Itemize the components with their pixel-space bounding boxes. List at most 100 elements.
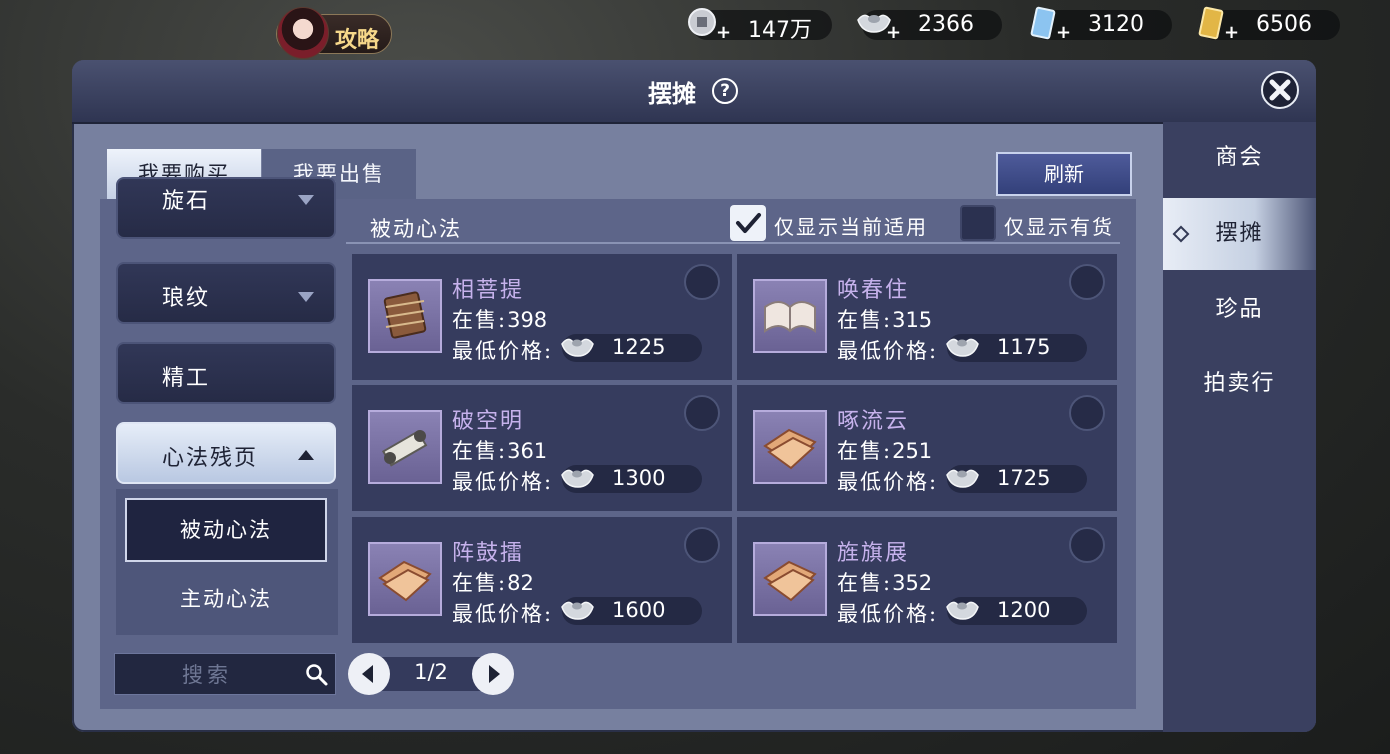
currency-silver[interactable]: + 2366 <box>857 10 1002 43</box>
side-tab-treasure[interactable]: 珍品 <box>1163 274 1316 346</box>
item-name: 旌旗展 <box>837 541 910 566</box>
chevron-up-icon <box>298 450 314 460</box>
stock-value: 251 <box>892 439 933 463</box>
item-stock: 在售:315 <box>837 304 932 334</box>
category-jinggong[interactable]: 精工 <box>116 342 336 404</box>
price-pill: 1200 <box>946 597 1087 625</box>
select-radio[interactable] <box>684 527 720 563</box>
selected-diamond-icon <box>1172 225 1190 243</box>
subcategory-active[interactable]: 主动心法 <box>125 567 327 631</box>
add-blue-ticket-icon[interactable]: + <box>1056 22 1071 43</box>
stock-value: 398 <box>507 308 548 332</box>
item-stock: 在售:398 <box>452 304 547 334</box>
item-thumbnail <box>368 279 442 353</box>
select-radio[interactable] <box>1069 395 1105 431</box>
silver-ingot-icon <box>561 469 594 488</box>
price-value: 1725 <box>997 466 1051 490</box>
category-xinfa-pages[interactable]: 心法残页 <box>116 422 336 484</box>
item-card[interactable]: 相菩提 在售:398 最低价格: 1225 <box>352 254 732 380</box>
stock-label: 在售: <box>837 308 893 332</box>
side-tab-auction[interactable]: 拍卖行 <box>1163 348 1316 420</box>
item-stock: 在售:352 <box>837 567 932 597</box>
item-card[interactable]: 阵鼓擂 在售:82 最低价格: 1600 <box>352 517 732 643</box>
window-title: 摆摊 <box>648 79 696 108</box>
item-card[interactable]: 旌旗展 在售:352 最低价格: 1200 <box>737 517 1117 643</box>
select-radio[interactable] <box>684 264 720 300</box>
price-label: 最低价格: <box>837 339 939 363</box>
open-book-icon <box>764 301 816 333</box>
item-name: 唤春住 <box>837 278 910 303</box>
category-label: 精工 <box>162 366 211 391</box>
add-gold-ticket-icon[interactable]: + <box>1224 22 1239 43</box>
help-button[interactable]: ? <box>712 78 738 104</box>
item-card[interactable]: 啄流云 在售:251 最低价格: 1725 <box>737 385 1117 511</box>
currency-value: 2366 <box>918 12 974 37</box>
item-name: 破空明 <box>452 409 525 434</box>
currency-copper[interactable]: + 147万 <box>688 8 832 43</box>
stock-value: 315 <box>892 308 933 332</box>
category-xuanshi[interactable]: 旋石 <box>116 177 336 239</box>
stock-value: 361 <box>507 439 548 463</box>
item-stock: 在售:251 <box>837 435 932 465</box>
currency-blue-ticket[interactable]: + 3120 <box>1030 6 1172 43</box>
side-tabs: 商会 摆摊 珍品 拍卖行 <box>1163 122 1316 732</box>
side-tab-chamber[interactable]: 商会 <box>1163 122 1316 194</box>
divider <box>346 242 1120 244</box>
stock-label: 在售: <box>837 571 893 595</box>
price-pill: 1725 <box>946 465 1087 493</box>
search-icon[interactable] <box>305 663 329 687</box>
filter-applicable-label[interactable]: 仅显示当前适用 <box>774 211 928 240</box>
close-button[interactable] <box>1261 71 1299 109</box>
item-name: 啄流云 <box>837 409 910 434</box>
silver-ingot-icon <box>946 469 979 488</box>
item-card[interactable]: 破空明 在售:361 最低价格: 1300 <box>352 385 732 511</box>
item-card[interactable]: 唤春住 在售:315 最低价格: 1175 <box>737 254 1117 380</box>
stall-window: 摆摊 ? 商会 摆摊 珍品 拍卖行 我要购买 我要出售 刷新 旋石 琅纹 精工 <box>72 60 1316 732</box>
category-label: 琅纹 <box>162 286 211 311</box>
search-input[interactable] <box>115 654 299 696</box>
item-stock: 在售:361 <box>452 435 547 465</box>
guide-avatar <box>277 7 329 59</box>
book-bundle-icon <box>383 291 427 339</box>
currency-value: 3120 <box>1088 12 1144 37</box>
subcategory-passive[interactable]: 被动心法 <box>125 498 327 562</box>
price-pill: 1225 <box>561 334 702 362</box>
side-tab-label: 商会 <box>1215 145 1264 170</box>
window-header: 摆摊 ? <box>72 60 1316 124</box>
silver-ingot-icon <box>946 601 979 620</box>
item-thumbnail <box>753 542 827 616</box>
select-radio[interactable] <box>1069 527 1105 563</box>
add-copper-icon[interactable]: + <box>716 22 731 43</box>
category-label: 旋石 <box>162 189 211 214</box>
price-value: 1200 <box>997 598 1051 622</box>
select-radio[interactable] <box>1069 264 1105 300</box>
currency-gold-ticket[interactable]: + 6506 <box>1198 6 1340 43</box>
side-tab-label: 拍卖行 <box>1203 371 1276 396</box>
add-silver-icon[interactable]: + <box>886 22 901 43</box>
category-langwen[interactable]: 琅纹 <box>116 262 336 324</box>
checkmark-icon <box>736 213 761 233</box>
silver-ingot-icon <box>561 338 594 357</box>
next-page-button[interactable] <box>472 653 514 695</box>
side-tab-label: 摆摊 <box>1215 221 1264 246</box>
guide-button[interactable]: 攻略 <box>276 7 392 59</box>
item-name: 阵鼓擂 <box>452 541 525 566</box>
price-value: 1600 <box>612 598 666 622</box>
scroll-icon <box>381 430 428 467</box>
select-radio[interactable] <box>684 395 720 431</box>
filter-in-stock-checkbox[interactable] <box>960 205 996 241</box>
chevron-down-icon <box>298 292 314 302</box>
filter-applicable-checkbox[interactable] <box>730 205 766 241</box>
item-thumbnail <box>753 279 827 353</box>
side-tab-stall[interactable]: 摆摊 <box>1163 198 1316 270</box>
section-title: 被动心法 <box>370 217 462 241</box>
stock-label: 在售: <box>452 308 508 332</box>
currency-value: 6506 <box>1256 12 1312 37</box>
price-label: 最低价格: <box>837 602 939 626</box>
prev-page-button[interactable] <box>348 653 390 695</box>
item-thumbnail <box>368 410 442 484</box>
price-label: 最低价格: <box>452 470 554 494</box>
filter-in-stock-label[interactable]: 仅显示有货 <box>1004 211 1114 240</box>
price-value: 1225 <box>612 335 666 359</box>
refresh-button[interactable]: 刷新 <box>996 152 1132 196</box>
